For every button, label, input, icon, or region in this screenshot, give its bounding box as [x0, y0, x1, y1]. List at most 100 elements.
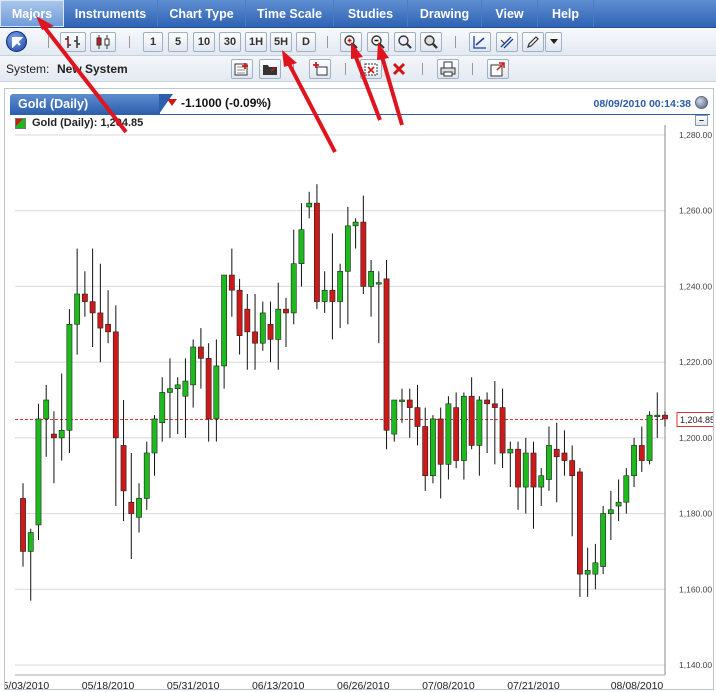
candle-body: [43, 399, 50, 420]
close-icon[interactable]: [388, 59, 410, 79]
candle-body: [112, 331, 119, 439]
candle-body: [337, 270, 344, 302]
candle-body: [329, 289, 336, 302]
candle-body: [143, 452, 150, 499]
candle-body: [221, 274, 228, 367]
candle-body: [460, 395, 467, 461]
toolbar-separator: [48, 36, 49, 48]
x-tick-label: 06/26/2010: [337, 680, 390, 689]
candle-body: [352, 221, 359, 227]
toolbar-separator: [345, 63, 346, 75]
timescale-5-button[interactable]: 5: [168, 32, 188, 52]
candle-body: [321, 289, 328, 302]
candle-body: [607, 509, 614, 514]
menu-drawing[interactable]: Drawing: [408, 0, 482, 27]
candle-body: [298, 229, 305, 265]
toolbar-separator: [422, 63, 423, 75]
candle-body: [615, 501, 622, 507]
price-change-value: -1.1000 (-0.09%): [181, 96, 272, 110]
system-label: System:: [6, 62, 50, 76]
candle-body: [662, 414, 668, 420]
candlestick-chart-icon[interactable]: [90, 32, 116, 52]
candle-body: [515, 448, 521, 488]
candle-body: [97, 312, 104, 329]
candle-body: [383, 278, 390, 431]
toolbar-separator: [129, 36, 130, 48]
candle-body: [360, 221, 367, 287]
candle-body: [290, 263, 297, 314]
timescale-1h-button[interactable]: 1H: [245, 32, 267, 52]
menu-studies[interactable]: Studies: [334, 0, 408, 27]
candle-body: [105, 323, 111, 333]
candle-body: [623, 475, 630, 503]
candle-body: [375, 282, 382, 285]
candle-body: [368, 270, 374, 287]
candle-body: [399, 399, 405, 402]
candle-body: [213, 365, 220, 420]
zoom-reset-icon[interactable]: [394, 32, 416, 52]
candle-body: [228, 274, 235, 291]
menu-majors[interactable]: Majors: [0, 0, 64, 27]
candle-body: [577, 471, 583, 575]
ohlc-bar-chart-icon[interactable]: [60, 32, 86, 52]
candle-body: [314, 202, 320, 302]
toolbar-separator: [455, 36, 456, 48]
add-system-icon[interactable]: [231, 59, 253, 79]
candle-body: [414, 407, 421, 427]
drawing-dropdown-chevron-down-icon[interactable]: [545, 32, 562, 52]
print-icon[interactable]: [437, 59, 459, 79]
zoom-in-icon[interactable]: [340, 32, 362, 52]
chart-tab-title[interactable]: Gold (Daily): [10, 94, 160, 114]
menu-chart-type[interactable]: Chart Type: [158, 0, 246, 27]
candle-body: [406, 399, 413, 408]
candle-body: [58, 429, 65, 439]
candle-body: [569, 460, 576, 477]
candle-body: [259, 312, 266, 344]
candle-body: [35, 418, 42, 526]
candle-body: [468, 395, 475, 446]
candle-body: [600, 513, 607, 567]
x-tick-label: 05/03/2010: [5, 680, 49, 689]
timescale-10-button[interactable]: 10: [193, 32, 215, 52]
zoom-fit-icon[interactable]: [420, 32, 442, 52]
timescale-5h-button[interactable]: 5H: [270, 32, 292, 52]
pointer-icon[interactable]: [6, 31, 27, 52]
candle-body: [584, 570, 591, 575]
detach-window-icon[interactable]: [487, 59, 509, 79]
open-system-folder-icon[interactable]: [259, 59, 281, 79]
candle-body: [151, 418, 158, 454]
candle-body: [167, 388, 173, 393]
delete-rule-icon[interactable]: [360, 59, 382, 79]
timescale-d-button[interactable]: D: [296, 32, 316, 52]
pencil-icon[interactable]: [522, 32, 544, 52]
channel-tool-icon[interactable]: [496, 32, 518, 52]
zoom-out-icon[interactable]: [367, 32, 389, 52]
trendline-icon[interactable]: [469, 32, 491, 52]
toolbar-separator: [293, 63, 294, 75]
candle-body: [190, 346, 197, 386]
y-tick-label: 1,280.00: [679, 130, 712, 140]
candle-body: [592, 562, 599, 575]
chart-options-icon[interactable]: [695, 96, 708, 109]
timescale-30-button[interactable]: 30: [219, 32, 241, 52]
candle-body: [453, 407, 460, 461]
new-rule-icon[interactable]: [309, 59, 331, 79]
candle-body: [128, 501, 135, 514]
timescale-1-button[interactable]: 1: [143, 32, 163, 52]
menu-help[interactable]: Help: [538, 0, 594, 27]
y-tick-label: 1,260.00: [679, 206, 712, 216]
menu-view[interactable]: View: [482, 0, 538, 27]
candle-body: [522, 452, 529, 488]
candlestick-chart[interactable]: 1,140.00 1,160.00 1,180.00 1,200.00 1,220.00…: [5, 119, 713, 689]
candle-body: [198, 346, 204, 359]
chart-tab-underline: [10, 114, 710, 115]
x-tick-label: 06/13/2010: [252, 680, 305, 689]
menu-time-scale[interactable]: Time Scale: [246, 0, 334, 27]
menu-instruments[interactable]: Instruments: [64, 0, 158, 27]
candle-body: [499, 407, 506, 454]
y-tick-label: 1,180.00: [679, 509, 712, 519]
y-tick-label: 1,240.00: [679, 281, 712, 291]
candle-body: [20, 498, 26, 552]
candle-body: [561, 452, 568, 461]
system-name[interactable]: New System: [57, 62, 128, 76]
